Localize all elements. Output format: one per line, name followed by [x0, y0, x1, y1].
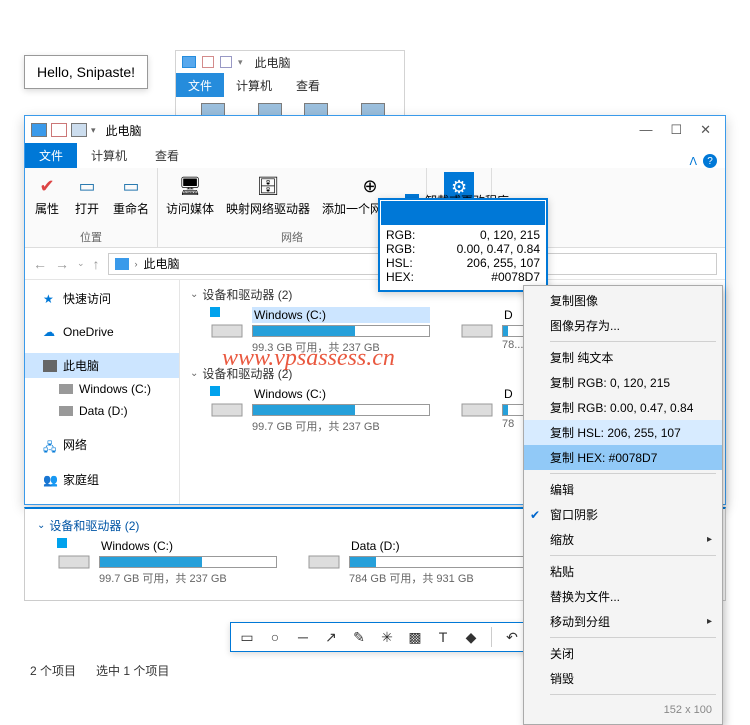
monitor-icon: [182, 56, 196, 68]
doc-icon[interactable]: [71, 123, 87, 137]
ctx-copy-rgb-float[interactable]: 复制 RGB: 0.00, 0.47, 0.84: [524, 395, 722, 420]
tab-file[interactable]: 文件: [25, 143, 77, 168]
ribbon-rename[interactable]: ▭重命名: [113, 172, 149, 227]
clip-drive-c[interactable]: Windows (C:) 99.7 GB 可用，共 237 GB: [57, 538, 277, 586]
sidebar: ★快速访问 ☁OneDrive 此电脑 Windows (C:) Data (D…: [25, 280, 180, 504]
back-button[interactable]: ←: [33, 256, 47, 272]
ctx-paste[interactable]: 粘贴: [524, 559, 722, 584]
ribbon: ✔属性 ▭打开 ▭重命名 位置 🖥访问媒体 🗄映射网络驱动器 ⊕添加一个网络位置…: [25, 168, 725, 248]
minimize-button[interactable]: —: [639, 122, 652, 138]
ctx-dimensions: 152 x 100: [524, 698, 722, 722]
drive-icon: [460, 386, 494, 420]
mini-tabs: 文件 计算机 查看: [176, 73, 404, 97]
sidebar-quick-access[interactable]: ★快速访问: [25, 286, 179, 311]
ribbon-group-location: ✔属性 ▭打开 ▭重命名 位置: [25, 168, 158, 247]
forward-button[interactable]: →: [55, 256, 69, 272]
ctx-move-group[interactable]: 移动到分组▸: [524, 609, 722, 634]
sidebar-this-pc[interactable]: 此电脑: [25, 353, 179, 378]
maximize-button[interactable]: ☐: [670, 122, 682, 138]
check-icon: [202, 56, 214, 68]
window-title: 此电脑: [106, 122, 142, 139]
tool-mosaic[interactable]: ▩: [405, 627, 425, 647]
status-count: 2 个项目: [30, 662, 76, 679]
tool-undo[interactable]: ↶: [502, 627, 522, 647]
ctx-destroy[interactable]: 销毁: [524, 666, 722, 691]
ctx-copy-hsl[interactable]: 复制 HSL: 206, 255, 107: [524, 420, 722, 445]
drive-icon: [210, 307, 244, 341]
ribbon-tabs: 文件 计算机 查看 ᐱ ?: [25, 144, 725, 168]
history-dropdown[interactable]: ⌄: [77, 258, 85, 269]
monitor-icon: [31, 123, 47, 137]
context-menu: 复制图像 图像另存为... 复制 纯文本 复制 RGB: 0, 120, 215…: [523, 285, 723, 725]
ctx-shadow[interactable]: ✔窗口阴影: [524, 502, 722, 527]
ctx-copy-hex[interactable]: 复制 HEX: #0078D7: [524, 445, 722, 470]
properties-icon[interactable]: [51, 123, 67, 137]
dropdown-icon: ▾: [238, 57, 243, 68]
dropdown-icon[interactable]: ▾: [91, 125, 96, 136]
ribbon-media[interactable]: 🖥访问媒体: [166, 172, 214, 227]
close-button[interactable]: ✕: [700, 122, 711, 138]
clip-drive-d[interactable]: Data (D:) 784 GB 可用，共 931 GB: [307, 538, 527, 586]
tab-computer[interactable]: 计算机: [77, 143, 141, 168]
status-selected: 选中 1 个项目: [96, 662, 169, 679]
titlebar: ▾ 此电脑 — ☐ ✕: [25, 116, 725, 144]
pc-icon: [115, 258, 129, 270]
sidebar-network[interactable]: 🖧网络: [25, 432, 179, 457]
ctx-copy-text[interactable]: 复制 纯文本: [524, 345, 722, 370]
tool-pencil[interactable]: ✎: [349, 627, 369, 647]
sidebar-drive-d[interactable]: Data (D:): [25, 400, 179, 422]
tool-arrow[interactable]: ↗: [321, 627, 341, 647]
tool-marker[interactable]: ✳: [377, 627, 397, 647]
ribbon-properties[interactable]: ✔属性: [33, 172, 61, 227]
drive-icon: [57, 538, 91, 572]
tab-view[interactable]: 查看: [141, 143, 193, 168]
ribbon-open[interactable]: ▭打开: [73, 172, 101, 227]
tool-text[interactable]: T: [433, 627, 453, 647]
color-info-popup: RGB:0, 120, 215 RGB:0.00, 0.47, 0.84 HSL…: [378, 198, 548, 292]
sidebar-drive-c[interactable]: Windows (C:): [25, 378, 179, 400]
doc-icon: [220, 56, 232, 68]
mini-tab-file[interactable]: 文件: [176, 73, 224, 97]
mini-title: 此电脑: [255, 54, 291, 71]
sidebar-homegroup[interactable]: 👥家庭组: [25, 467, 179, 492]
ctx-copy-image[interactable]: 复制图像: [524, 288, 722, 313]
address-text: 此电脑: [144, 255, 180, 272]
ctx-replace[interactable]: 替换为文件...: [524, 584, 722, 609]
mini-tab-computer[interactable]: 计算机: [224, 73, 284, 97]
sidebar-onedrive[interactable]: ☁OneDrive: [25, 321, 179, 343]
tool-ellipse[interactable]: ○: [265, 627, 285, 647]
drive-c-1[interactable]: Windows (C:) 99.3 GB 可用，共 237 GB: [210, 307, 430, 355]
ctx-save-image[interactable]: 图像另存为...: [524, 313, 722, 338]
tool-rect[interactable]: ▭: [237, 627, 257, 647]
tool-line[interactable]: ─: [293, 627, 313, 647]
collapse-ribbon-icon[interactable]: ᐱ: [689, 155, 697, 168]
tooltip: Hello, Snipaste!: [24, 55, 148, 89]
drive-c-2[interactable]: Windows (C:) 99.7 GB 可用，共 237 GB: [210, 386, 430, 434]
mini-tab-view[interactable]: 查看: [284, 73, 332, 97]
ctx-zoom[interactable]: 缩放▸: [524, 527, 722, 552]
help-icon[interactable]: ?: [703, 154, 717, 168]
address-bar: ← → ⌄ ↑ › 此电脑: [25, 248, 725, 280]
up-button[interactable]: ↑: [93, 256, 100, 272]
drive-icon: [460, 307, 494, 341]
ctx-close[interactable]: 关闭: [524, 641, 722, 666]
tool-eraser[interactable]: ◆: [461, 627, 481, 647]
drive-icon: [307, 538, 341, 572]
ribbon-map-drive[interactable]: 🗄映射网络驱动器: [226, 172, 310, 227]
ctx-copy-rgb-int[interactable]: 复制 RGB: 0, 120, 215: [524, 370, 722, 395]
status-bar: 2 个项目 选中 1 个项目: [30, 662, 169, 679]
color-swatch: [381, 201, 545, 225]
drive-icon: [210, 386, 244, 420]
ctx-edit[interactable]: 编辑: [524, 477, 722, 502]
